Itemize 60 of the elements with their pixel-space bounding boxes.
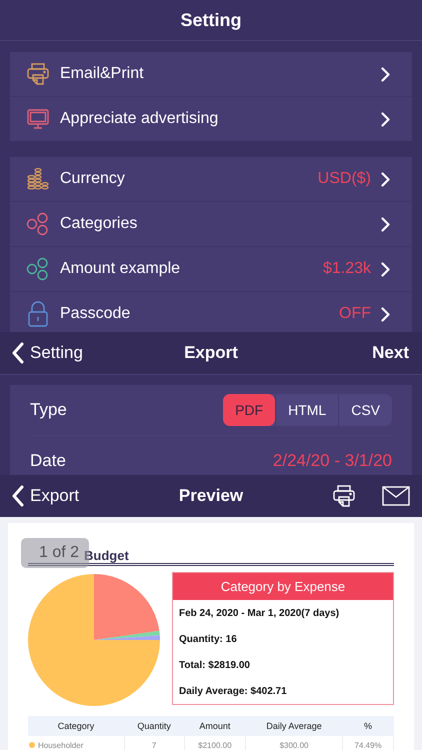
chevron-icon [381, 216, 390, 232]
circles-icon [26, 257, 50, 281]
back-chevron-icon [12, 485, 24, 507]
table-cell: Householder [28, 736, 124, 750]
chevron-icon [381, 262, 390, 276]
circles-icon [26, 212, 50, 236]
printer-icon [26, 62, 50, 86]
row-label: Amount example [60, 260, 182, 278]
settings-row[interactable]: Email&Print [10, 52, 412, 97]
lock-icon [26, 301, 50, 327]
date-label: Date [30, 451, 66, 471]
row-value: $1.23k [322, 260, 371, 278]
screen-title: Export [184, 343, 238, 363]
column-header: Amount [184, 716, 246, 736]
table-cell: $300.00 [246, 736, 343, 750]
table-cell: 74.49% [342, 736, 394, 750]
summary-line: Total: $2819.00 [178, 658, 251, 672]
type-segment[interactable]: HTML [275, 394, 338, 426]
summary-line: Quantity: 16 [178, 632, 238, 646]
chevron-icon [381, 306, 390, 322]
settings-row[interactable]: Currency USD($) [10, 157, 412, 202]
row-label: Appreciate advertising [60, 110, 220, 128]
screen-title: Preview [178, 486, 244, 506]
settings-row[interactable]: Amount example $1.23k [10, 247, 412, 292]
summary-line: Feb 24, 2020 - Mar 1, 2020(7 days) [178, 606, 340, 620]
document-title: Budget [84, 548, 129, 563]
next-button[interactable]: Next [372, 343, 409, 363]
settings-row[interactable]: Passcode OFF [10, 292, 412, 332]
mail-icon [382, 486, 410, 506]
row-value: USD($) [318, 170, 371, 188]
row-label: Email&Print [60, 65, 145, 83]
back-button[interactable]: Export [12, 485, 80, 507]
settings-row[interactable]: Appreciate advertising [10, 97, 412, 141]
type-label: Type [30, 400, 67, 420]
back-button[interactable]: Setting [12, 342, 83, 364]
column-header: Category [28, 716, 124, 736]
mail-button[interactable] [382, 486, 410, 506]
table-cell: $2100.00 [184, 736, 246, 750]
monitor-icon [26, 107, 50, 131]
row-label: Categories [60, 215, 138, 233]
summary-line: Daily Average: $402.71 [178, 684, 288, 698]
chevron-icon [381, 66, 390, 82]
column-header: % [342, 716, 394, 736]
chevron-icon [381, 112, 390, 126]
column-header: Quantity [124, 716, 184, 736]
table-cell: 7 [124, 736, 184, 750]
printer-icon [332, 484, 356, 508]
print-button[interactable] [332, 484, 356, 508]
coins-icon [26, 167, 50, 191]
back-chevron-icon [12, 342, 24, 364]
row-value: OFF [339, 305, 371, 323]
settings-row[interactable]: Categories [10, 202, 412, 247]
type-segment[interactable]: PDF [223, 394, 276, 426]
summary-heading: Category by Expense [173, 573, 393, 600]
screen-title: Setting [180, 10, 242, 30]
row-label: Passcode [60, 305, 132, 323]
type-segment[interactable]: CSV [338, 394, 392, 426]
row-label: Currency [60, 170, 126, 188]
chevron-icon [381, 172, 390, 186]
column-header: Daily Average [246, 716, 343, 736]
